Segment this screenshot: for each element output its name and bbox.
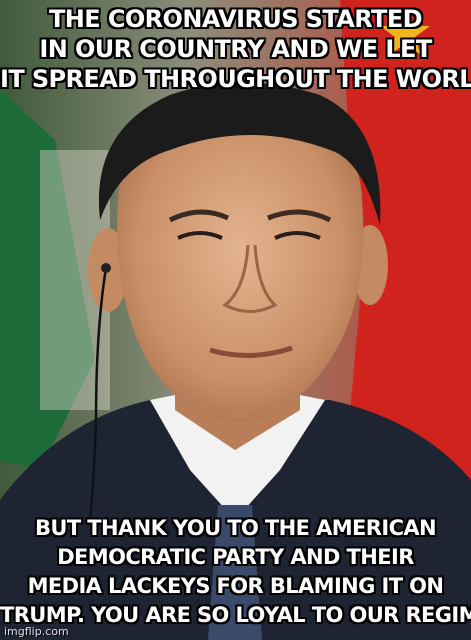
bottom-caption-line: TRUMP. YOU ARE SO LOYAL TO OUR REGIME.	[0, 603, 471, 627]
top-caption-line: THE CORONAVIRUS STARTED	[49, 5, 423, 33]
watermark: imgflip.com	[4, 625, 69, 638]
top-caption-line: IT SPREAD THROUGHOUT THE WORLD	[0, 65, 471, 93]
meme-image: THE CORONAVIRUS STARTED IN OUR COUNTRY A…	[0, 0, 471, 640]
bottom-caption: BUT THANK YOU TO THE AMERICAN DEMOCRATIC…	[0, 514, 471, 630]
bottom-caption-line: DEMOCRATIC PARTY AND THEIR	[57, 545, 414, 569]
bottom-caption-line: BUT THANK YOU TO THE AMERICAN	[34, 516, 437, 540]
bottom-caption-line: MEDIA LACKEYS FOR BLAMING IT ON	[27, 574, 444, 598]
earpiece	[101, 263, 111, 273]
top-caption-line: IN OUR COUNTRY AND WE LET	[39, 35, 432, 63]
top-caption: THE CORONAVIRUS STARTED IN OUR COUNTRY A…	[0, 4, 471, 94]
